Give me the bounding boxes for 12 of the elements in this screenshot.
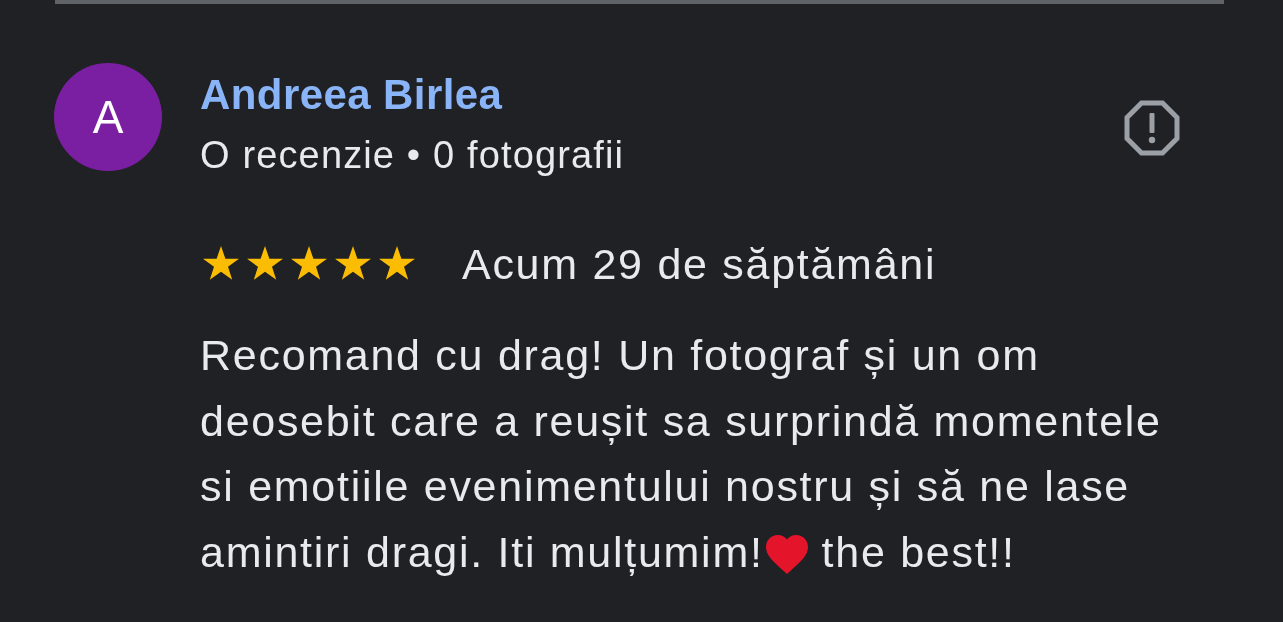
- star-icon: [202, 246, 240, 282]
- alert-octagon-icon[interactable]: [1124, 100, 1180, 156]
- heart-icon: [763, 532, 810, 575]
- avatar: A: [54, 63, 162, 171]
- star-icon: [378, 246, 416, 282]
- star-icon: [290, 246, 328, 282]
- review-date: Acum 29 de săptămâni: [462, 239, 937, 289]
- star-icon: [334, 246, 372, 282]
- review-text: Recomand cu drag! Un fotograf și un om deosebit care a reușit sa surprindă momentele si emotiile evenimentului nostru și să ne lase amintiri dragi. Iti mulțumim! the best!!: [200, 330, 1163, 578]
- star-icon: [246, 246, 284, 282]
- reviewer-name[interactable]: Andreea Birlea: [200, 72, 503, 118]
- reviewer-stats: O recenzie • 0 fotografii: [200, 133, 625, 178]
